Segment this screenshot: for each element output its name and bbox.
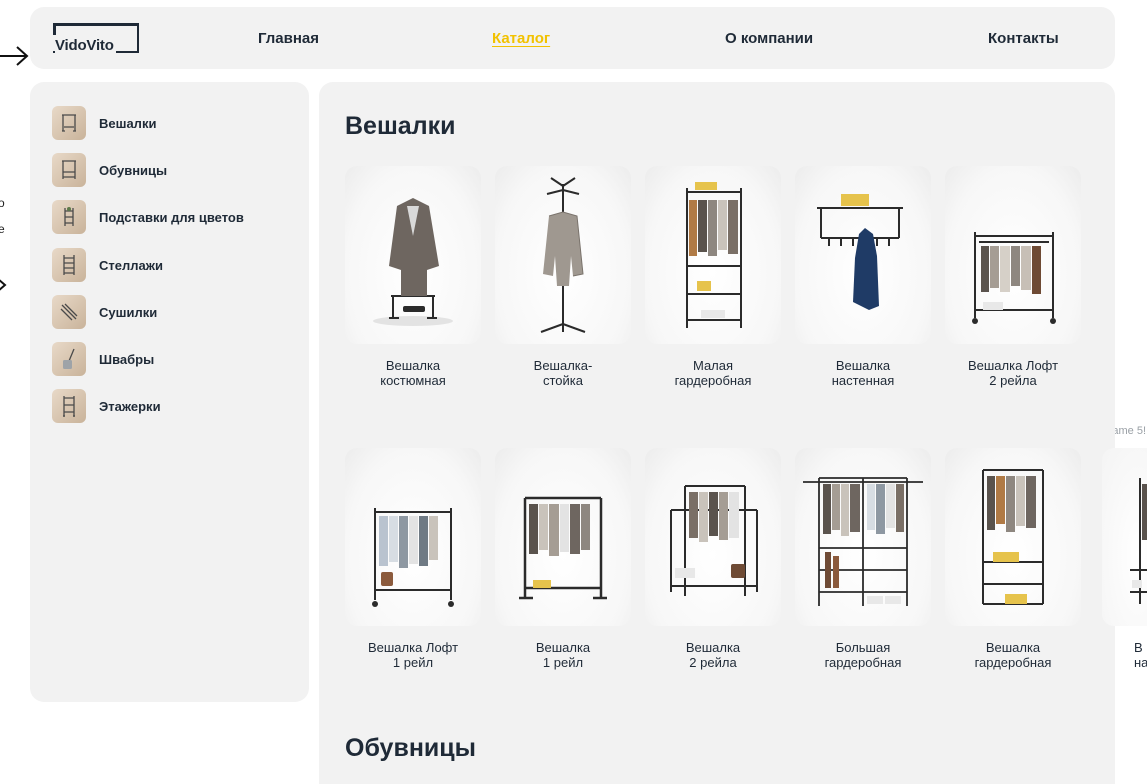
sidebar-item-mops[interactable]: Швабры (52, 342, 154, 376)
product-name: Малая гардеробная (674, 358, 752, 388)
product-name: Вешалка Лофт 1 рейл (367, 640, 459, 670)
sidebar-item-label: Подставки для цветов (99, 209, 244, 225)
category-sidebar: Вешалки Обувницы Подставки для цветов Ст… (30, 82, 309, 702)
sidebar-item-etageres[interactable]: Этажерки (52, 389, 161, 423)
coat-stand-icon (495, 166, 631, 344)
plant-stand-icon (52, 200, 86, 234)
product-card-partial[interactable] (1102, 448, 1147, 626)
section-title-hangers: Вешалки (345, 112, 456, 140)
product-card[interactable]: Вешалка настенная (795, 166, 931, 388)
catalog-content: Вешалки Вешалка костюмная Вешалка- стойк… (319, 82, 1115, 784)
product-name: Вешалка настенная (831, 358, 895, 388)
canvas-mark: о (0, 196, 5, 210)
product-name: Вешалка 2 рейла (685, 640, 741, 670)
product-name: Вешалка 1 рейл (535, 640, 591, 670)
sidebar-item-label: Обувницы (99, 162, 168, 178)
nav-about[interactable]: О компании (725, 30, 813, 47)
shoe-rack-icon (52, 153, 86, 187)
product-card[interactable]: Большая гардеробная (795, 448, 931, 670)
logo[interactable]: VidoVito (53, 23, 139, 55)
two-rail-icon (645, 448, 781, 626)
mop-icon (52, 342, 86, 376)
nav-contacts[interactable]: Контакты (988, 30, 1059, 47)
product-name: Вешалка гардеробная (974, 640, 1052, 670)
small-wardrobe-icon (645, 166, 781, 344)
sidebar-item-hangers[interactable]: Вешалки (52, 106, 156, 140)
section-title-shoe-racks: Обувницы (345, 734, 477, 762)
product-card[interactable]: Вешалка гардеробная (945, 448, 1081, 670)
product-card[interactable]: Вешалка- стойка (495, 166, 631, 388)
sidebar-item-label: Швабры (99, 351, 155, 367)
product-card[interactable]: Вешалка Лофт 1 рейл (345, 448, 481, 670)
sidebar-item-shoe-racks[interactable]: Обувницы (52, 153, 167, 187)
product-name: Большая гардеробная (824, 640, 902, 670)
shelving-icon (52, 248, 86, 282)
large-wardrobe-icon (795, 448, 931, 626)
product-card[interactable]: Малая гардеробная (645, 166, 781, 388)
wardrobe-hanger-icon (945, 448, 1081, 626)
product-name: Вешалка Лофт 2 рейла (967, 358, 1059, 388)
canvas-mark: е (0, 222, 5, 236)
arrow-right-icon (0, 279, 7, 291)
product-name: Вешалка костюмная (380, 358, 446, 388)
nav-home[interactable]: Главная (258, 30, 319, 47)
wardrobe-hanger-icon (1130, 478, 1147, 604)
etagere-icon (52, 389, 86, 423)
product-card[interactable]: Вешалка 1 рейл (495, 448, 631, 670)
dryer-icon (52, 295, 86, 329)
sidebar-item-shelving[interactable]: Стеллажи (52, 248, 163, 282)
site-header: VidoVito Главная Каталог О компании Конт… (30, 7, 1115, 69)
loft-one-rail-icon (345, 448, 481, 626)
one-rail-icon (495, 448, 631, 626)
logo-text: VidoVito (55, 37, 116, 54)
loft-two-rail-icon (945, 166, 1081, 344)
sidebar-item-label: Вешалки (99, 115, 157, 131)
arrow-right-icon (0, 46, 29, 66)
nav-catalog[interactable]: Каталог (492, 30, 550, 47)
sidebar-item-label: Сушилки (99, 304, 158, 320)
suit-hanger-icon (345, 166, 481, 344)
sidebar-item-plant-stands[interactable]: Подставки для цветов (52, 200, 244, 234)
sidebar-item-dryers[interactable]: Сушилки (52, 295, 157, 329)
sidebar-item-label: Этажерки (99, 398, 161, 414)
product-card[interactable]: Вешалка Лофт 2 рейла (945, 166, 1081, 388)
product-card[interactable]: Вешалка 2 рейла (645, 448, 781, 670)
product-card[interactable]: Вешалка костюмная (345, 166, 481, 388)
hanger-rack-icon (52, 106, 86, 140)
product-name-partial: В на (1134, 640, 1147, 670)
wall-hanger-icon (795, 166, 931, 344)
sidebar-item-label: Стеллажи (99, 257, 163, 273)
product-name: Вешалка- стойка (533, 358, 593, 388)
